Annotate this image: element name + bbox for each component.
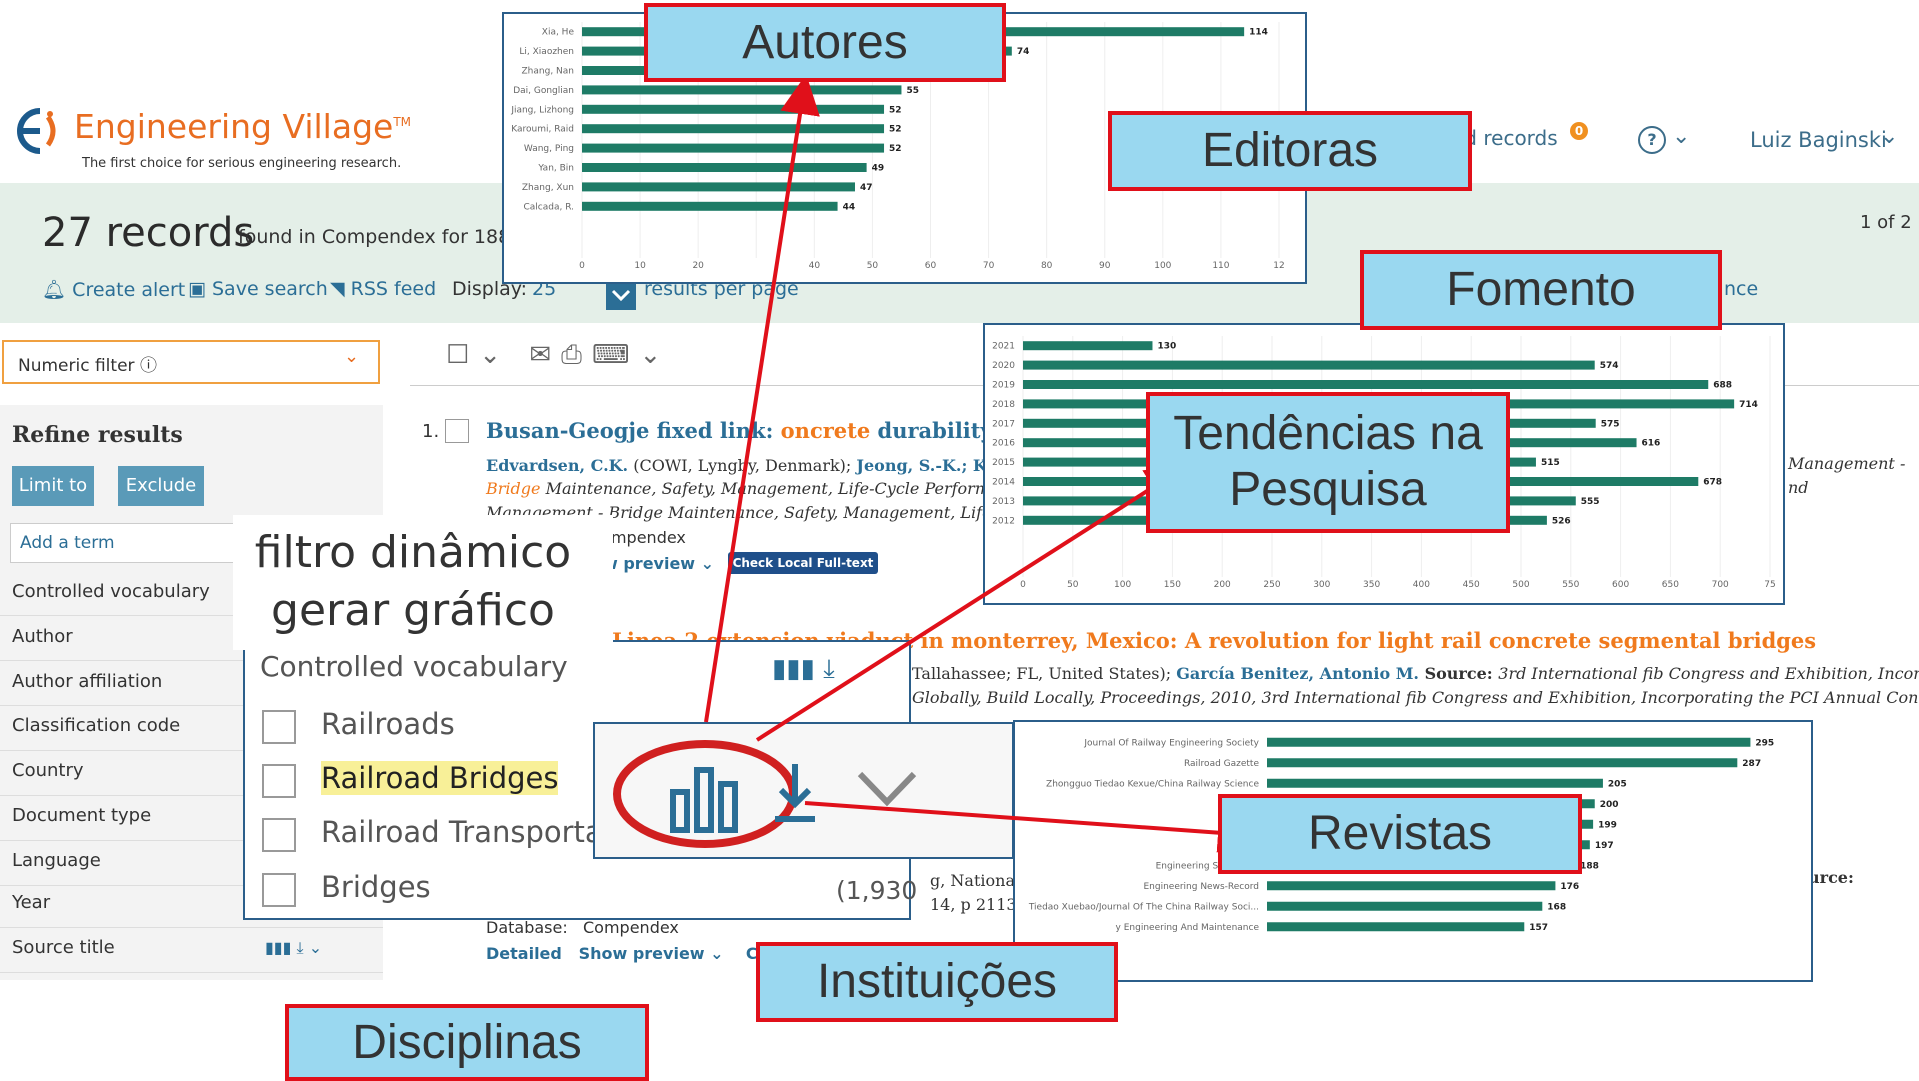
callout-disciplinas: Disciplinas [285, 1004, 649, 1081]
arrow-to-autores [704, 74, 820, 723]
arrow-to-revistas [804, 801, 1258, 853]
callout-revistas: Revistas [1218, 794, 1582, 874]
callout-instituicoes: Instituições [756, 942, 1118, 1022]
callout-tendencias: Tendências na Pesquisa [1146, 392, 1510, 533]
callout-editoras: Editoras [1108, 111, 1472, 191]
annotation-arrows [704, 74, 1258, 853]
callout-fomento: Fomento [1360, 250, 1722, 330]
arrow-to-tendencias [755, 465, 1187, 742]
callout-autores: Autores [644, 3, 1006, 82]
